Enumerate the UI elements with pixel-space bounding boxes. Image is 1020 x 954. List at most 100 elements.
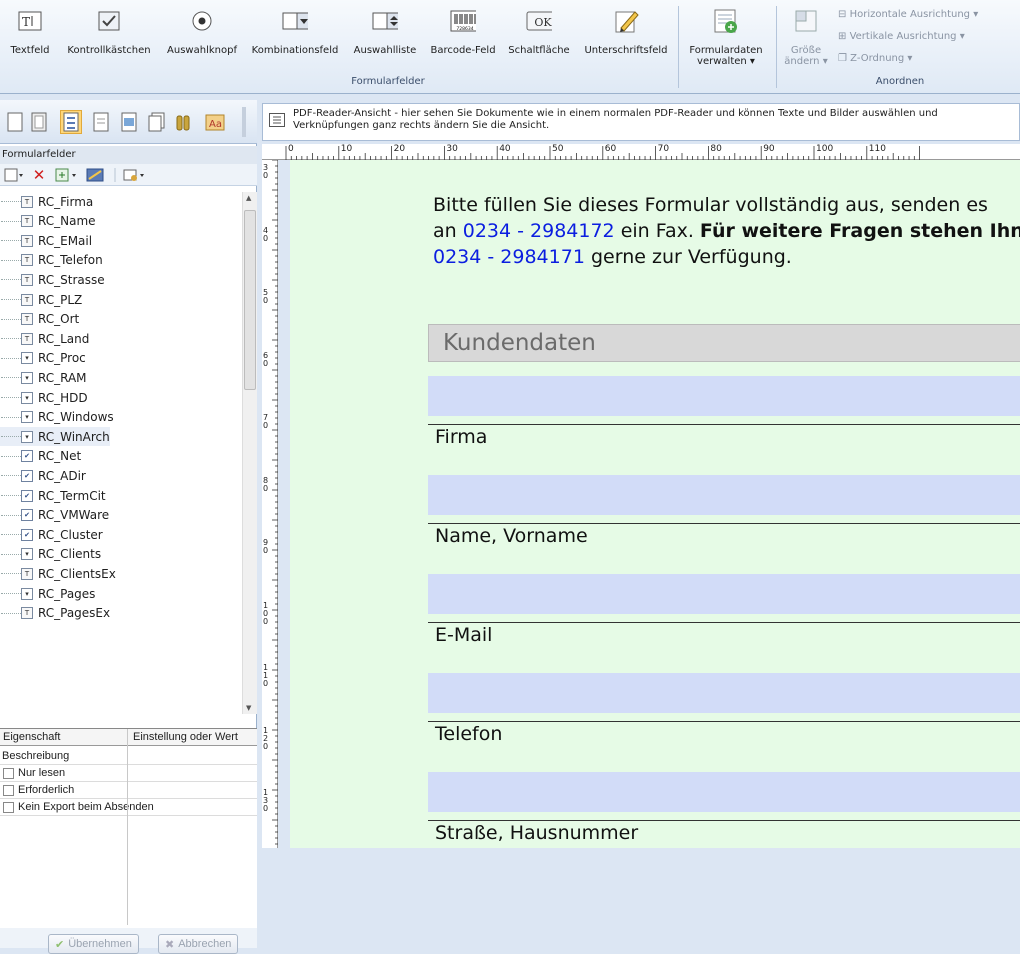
tree-item[interactable]: ✔ RC_VMWare [0,506,109,525]
cancel-button[interactable]: ✖ Abbrechen [158,934,239,954]
form-fields-view-icon[interactable] [60,110,82,134]
tree-item[interactable]: ▾ RC_RAM [0,368,87,387]
tree-item[interactable]: ✔ RC_Net [0,447,81,466]
svg-text:Aa: Aa [209,119,222,130]
intro-line-1: Bitte füllen Sie dieses Formular vollstä… [433,194,988,216]
tree-item-label: RC_Cluster [38,527,103,542]
tree-item[interactable]: ▾ RC_Clients [0,545,101,564]
tree-item[interactable]: ✔ RC_Cluster [0,525,103,544]
combobox-icon: ▾ [21,352,33,365]
tree-item[interactable]: T RC_Firma [0,192,93,211]
vruler-tick-label: 3 0 [263,163,269,180]
tree-item-label: RC_VMWare [38,508,110,523]
toolbar-separator [112,167,118,183]
ruler-tick-label: 30 [446,144,458,154]
tree-item[interactable]: T RC_ClientsEx [0,564,116,583]
ribbon-separator [678,6,679,88]
apply-button[interactable]: ✔ Übernehmen [48,934,139,954]
tree-item-label: RC_Land [38,331,90,346]
required-row[interactable]: Erforderlich [0,782,257,799]
tree-item[interactable]: ▾ RC_Pages [0,584,95,603]
vruler-tick-label: 4 0 [263,225,269,243]
image-page-icon[interactable] [118,110,140,134]
vruler-tick-label: 1 2 0 [263,725,269,751]
form-field-menu-icon[interactable] [3,167,25,183]
textfield-tool[interactable]: T Textfeld [4,0,56,74]
properties-buttons: ✔ Übernehmen ✖ Abbrechen [0,928,257,954]
tree-item[interactable]: ▾ RC_WinArch [0,427,110,447]
tree-item-label: RC_TermCit [38,488,106,503]
copy-page-icon[interactable] [146,110,168,134]
tree-item[interactable]: T RC_Ort [0,310,79,329]
description-row[interactable]: Beschreibung [0,748,257,765]
font-icon[interactable]: Aa [204,110,226,134]
tree-item[interactable]: ✔ RC_TermCit [0,486,106,505]
tree-item[interactable]: T RC_EMail [0,231,92,250]
form-input-field[interactable] [428,574,1020,614]
textfield-icon: T [21,254,33,267]
ruler-scale [285,146,920,160]
listbox-tool[interactable]: Auswahlliste [346,0,424,74]
field-add-icon[interactable] [54,167,80,183]
tree-item[interactable]: ▾ RC_Proc [0,349,86,368]
form-input-field[interactable] [428,376,1020,416]
form-input-field[interactable] [428,673,1020,713]
tree-item-label: RC_Clients [38,547,102,562]
tree-item[interactable]: ✔ RC_ADir [0,466,86,485]
intro-text: Bitte füllen Sie dieses Formular vollstä… [433,192,1020,270]
tree-item[interactable]: ▾ RC_Windows [0,408,114,427]
resize-label-2: ändern [784,56,820,67]
no-export-checkbox[interactable] [3,801,14,813]
resize-button[interactable]: Größe ändern ▾ [780,0,832,74]
field-settings-icon[interactable] [122,167,148,183]
no-export-row[interactable]: Kein Export beim Absenden [0,799,257,816]
document-page: Bitte füllen Sie dieses Formular vollstä… [290,160,1020,848]
delete-icon[interactable]: ✕ [30,166,48,184]
button-tool[interactable]: OK Schaltfläche [502,0,576,74]
ruler-tick-label: 70 [657,144,670,154]
section-header-kundendaten: Kundendaten [428,324,1020,362]
field-separator-line [428,523,1020,524]
tree-item[interactable]: T RC_Telefon [0,251,103,270]
form-input-field[interactable] [428,772,1020,812]
barcode-tool[interactable]: 728634 Barcode-Feld [424,0,502,74]
fax-number-link[interactable]: 0234 - 2984172 [463,220,615,242]
form-input-field[interactable] [428,475,1020,515]
form-fields-tree: T RC_Firma T RC_Name T RC_EMail T RC_Telefon T RC… [0,192,242,714]
formulardaten-button[interactable]: Formulardaten verwalten ▾ [680,0,772,74]
phone-number-link[interactable]: 0234 - 2984171 [433,246,585,268]
tree-item[interactable]: T RC_Strasse [0,270,105,289]
tree-scrollbar[interactable]: ▲ ▼ [242,192,257,714]
horizontal-align-menu[interactable]: ⊟ Horizontale Ausrichtung ▾ [838,9,978,20]
form-fields-toolbar: ✕ [0,164,257,186]
checkbox-icon: ✔ [21,469,33,482]
checkbox-tool[interactable]: Kontrollkästchen [60,0,158,74]
pages-icon[interactable] [28,110,50,134]
form-field-label: Straße, Hausnummer [435,822,639,844]
combobox-tool[interactable]: Kombinationsfeld [246,0,344,74]
panel-grip-icon[interactable] [238,107,250,137]
tree-item[interactable]: T RC_Name [0,212,96,231]
text-page-icon[interactable] [90,110,112,134]
radio-tool[interactable]: Auswahlknopf [160,0,244,74]
attachment-icon[interactable] [174,110,196,134]
page-view-icon[interactable] [4,110,26,134]
ribbon-separator [776,6,777,88]
view-icon-bar: Aa [0,100,257,144]
z-order-menu[interactable]: ❐ Z-Ordnung ▾ [838,53,912,64]
signature-tool[interactable]: Unterschriftsfeld [576,0,676,74]
combobox-icon: ▾ [21,411,33,424]
required-checkbox[interactable] [3,784,14,796]
z-order-icon: ❐ [838,53,847,64]
tree-item[interactable]: T RC_PLZ [0,290,82,309]
tree-item[interactable]: T RC_Land [0,329,89,348]
scroll-up-icon[interactable]: ▲ [246,194,251,202]
tree-item[interactable]: ▾ RC_HDD [0,388,88,407]
readonly-row[interactable]: Nur lesen [0,765,257,782]
readonly-checkbox[interactable] [3,767,14,779]
tree-item[interactable]: T RC_PagesEx [0,604,110,623]
field-edit-icon[interactable] [84,167,106,183]
tree-scroll-thumb[interactable] [244,210,256,390]
scroll-down-icon[interactable]: ▼ [246,704,251,712]
vertical-align-menu[interactable]: ⊞ Vertikale Ausrichtung ▾ [838,31,965,42]
